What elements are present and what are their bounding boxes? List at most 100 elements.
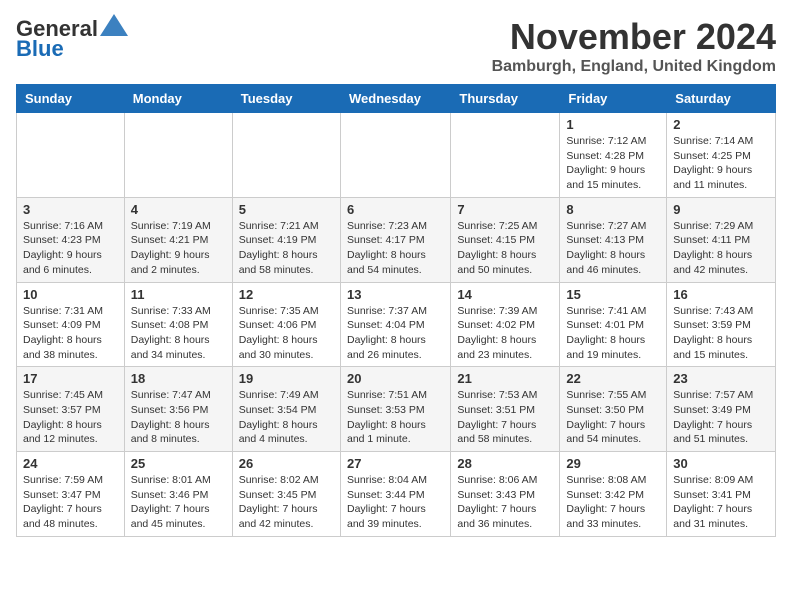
calendar-week-row: 17 Sunrise: 7:45 AMSunset: 3:57 PMDayligh… [17, 367, 776, 452]
header-saturday: Saturday [667, 85, 776, 113]
day-info: Sunrise: 7:53 AMSunset: 3:51 PMDaylight:… [457, 388, 553, 447]
day-info: Sunrise: 7:12 AMSunset: 4:28 PMDaylight:… [566, 134, 660, 193]
calendar-cell: 30Sunrise: 8:09 AMSunset: 3:41 PMDayligh… [667, 452, 776, 537]
day-info: Sunrise: 7:49 AMSunset: 3:54 PMDaylight:… [239, 388, 334, 447]
calendar-cell: 28Sunrise: 8:06 AMSunset: 3:43 PMDayligh… [451, 452, 560, 537]
day-info: Sunrise: 7:27 AMSunset: 4:13 PMDaylight:… [566, 219, 660, 278]
calendar-table: Sunday Monday Tuesday Wednesday Thursday… [16, 84, 776, 537]
logo-icon [100, 14, 128, 36]
day-number: 30 [673, 456, 769, 471]
calendar-cell: 4 Sunrise: 7:19 AMSunset: 4:21 PMDaylight… [124, 197, 232, 282]
day-info: Sunrise: 8:08 AMSunset: 3:42 PMDaylight:… [566, 473, 660, 532]
page-header: General Blue November 2024 Bamburgh, Eng… [16, 16, 776, 76]
calendar-cell: 20 Sunrise: 7:51 AMSunset: 3:53 PMDayligh… [340, 367, 450, 452]
day-info: Sunrise: 7:33 AMSunset: 4:08 PMDaylight:… [131, 304, 226, 363]
calendar-week-row: 10 Sunrise: 7:31 AMSunset: 4:09 PMDayligh… [17, 282, 776, 367]
header-thursday: Thursday [451, 85, 560, 113]
day-info: Sunrise: 7:41 AMSunset: 4:01 PMDaylight:… [566, 304, 660, 363]
header-sunday: Sunday [17, 85, 125, 113]
calendar-cell: 18 Sunrise: 7:47 AMSunset: 3:56 PMDayligh… [124, 367, 232, 452]
calendar-cell: 22Sunrise: 7:55 AMSunset: 3:50 PMDayligh… [560, 367, 667, 452]
header-tuesday: Tuesday [232, 85, 340, 113]
day-info: Sunrise: 7:21 AMSunset: 4:19 PMDaylight:… [239, 219, 334, 278]
day-info: Sunrise: 7:16 AMSunset: 4:23 PMDaylight:… [23, 219, 118, 278]
location: Bamburgh, England, United Kingdom [492, 58, 776, 76]
calendar-cell: 5Sunrise: 7:21 AMSunset: 4:19 PMDaylight… [232, 197, 340, 282]
day-info: Sunrise: 7:25 AMSunset: 4:15 PMDaylight:… [457, 219, 553, 278]
calendar-cell: 6Sunrise: 7:23 AMSunset: 4:17 PMDaylight… [340, 197, 450, 282]
logo: General Blue [16, 16, 128, 62]
day-info: Sunrise: 7:19 AMSunset: 4:21 PMDaylight:… [131, 219, 226, 278]
month-title: November 2024 [492, 16, 776, 58]
day-number: 10 [23, 287, 118, 302]
calendar-cell: 26 Sunrise: 8:02 AMSunset: 3:45 PMDayligh… [232, 452, 340, 537]
day-number: 14 [457, 287, 553, 302]
calendar-week-row: 3 Sunrise: 7:16 AMSunset: 4:23 PMDaylight… [17, 197, 776, 282]
day-number: 24 [23, 456, 118, 471]
day-number: 2 [673, 117, 769, 132]
day-info: Sunrise: 7:14 AMSunset: 4:25 PMDaylight:… [673, 134, 769, 193]
calendar-cell: 14 Sunrise: 7:39 AMSunset: 4:02 PMDayligh… [451, 282, 560, 367]
day-number: 13 [347, 287, 444, 302]
day-number: 25 [131, 456, 226, 471]
day-info: Sunrise: 7:23 AMSunset: 4:17 PMDaylight:… [347, 219, 444, 278]
day-number: 29 [566, 456, 660, 471]
day-number: 23 [673, 371, 769, 386]
day-number: 15 [566, 287, 660, 302]
calendar-cell [124, 113, 232, 198]
day-info: Sunrise: 7:37 AMSunset: 4:04 PMDaylight:… [347, 304, 444, 363]
day-number: 18 [131, 371, 226, 386]
header-monday: Monday [124, 85, 232, 113]
day-number: 11 [131, 287, 226, 302]
day-number: 20 [347, 371, 444, 386]
day-number: 8 [566, 202, 660, 217]
day-info: Sunrise: 7:55 AMSunset: 3:50 PMDaylight:… [566, 388, 660, 447]
calendar-cell [17, 113, 125, 198]
day-number: 9 [673, 202, 769, 217]
calendar-cell: 8 Sunrise: 7:27 AMSunset: 4:13 PMDaylight… [560, 197, 667, 282]
title-area: November 2024 Bamburgh, England, United … [492, 16, 776, 76]
day-number: 26 [239, 456, 334, 471]
calendar-cell: 13 Sunrise: 7:37 AMSunset: 4:04 PMDayligh… [340, 282, 450, 367]
calendar-cell: 7 Sunrise: 7:25 AMSunset: 4:15 PMDaylight… [451, 197, 560, 282]
day-info: Sunrise: 8:04 AMSunset: 3:44 PMDaylight:… [347, 473, 444, 532]
day-info: Sunrise: 7:29 AMSunset: 4:11 PMDaylight:… [673, 219, 769, 278]
day-number: 3 [23, 202, 118, 217]
calendar-cell: 2 Sunrise: 7:14 AMSunset: 4:25 PMDaylight… [667, 113, 776, 198]
calendar-cell: 24 Sunrise: 7:59 AMSunset: 3:47 PMDayligh… [17, 452, 125, 537]
day-number: 21 [457, 371, 553, 386]
calendar-cell: 10 Sunrise: 7:31 AMSunset: 4:09 PMDayligh… [17, 282, 125, 367]
calendar-cell: 29 Sunrise: 8:08 AMSunset: 3:42 PMDayligh… [560, 452, 667, 537]
day-info: Sunrise: 8:01 AMSunset: 3:46 PMDaylight:… [131, 473, 226, 532]
day-number: 12 [239, 287, 334, 302]
day-info: Sunrise: 7:59 AMSunset: 3:47 PMDaylight:… [23, 473, 118, 532]
calendar-cell: 19 Sunrise: 7:49 AMSunset: 3:54 PMDayligh… [232, 367, 340, 452]
day-info: Sunrise: 7:51 AMSunset: 3:53 PMDaylight:… [347, 388, 444, 447]
day-info: Sunrise: 7:47 AMSunset: 3:56 PMDaylight:… [131, 388, 226, 447]
day-number: 19 [239, 371, 334, 386]
calendar-cell: 12 Sunrise: 7:35 AMSunset: 4:06 PMDayligh… [232, 282, 340, 367]
day-info: Sunrise: 7:35 AMSunset: 4:06 PMDaylight:… [239, 304, 334, 363]
calendar-cell: 17 Sunrise: 7:45 AMSunset: 3:57 PMDayligh… [17, 367, 125, 452]
calendar-cell [451, 113, 560, 198]
day-info: Sunrise: 8:02 AMSunset: 3:45 PMDaylight:… [239, 473, 334, 532]
day-info: Sunrise: 7:45 AMSunset: 3:57 PMDaylight:… [23, 388, 118, 447]
calendar-cell [340, 113, 450, 198]
calendar-cell: 3 Sunrise: 7:16 AMSunset: 4:23 PMDaylight… [17, 197, 125, 282]
calendar-cell: 11 Sunrise: 7:33 AMSunset: 4:08 PMDayligh… [124, 282, 232, 367]
calendar-cell: 23Sunrise: 7:57 AMSunset: 3:49 PMDayligh… [667, 367, 776, 452]
day-number: 7 [457, 202, 553, 217]
day-number: 4 [131, 202, 226, 217]
calendar-cell: 16 Sunrise: 7:43 AMSunset: 3:59 PMDayligh… [667, 282, 776, 367]
day-number: 1 [566, 117, 660, 132]
calendar-cell: 9 Sunrise: 7:29 AMSunset: 4:11 PMDaylight… [667, 197, 776, 282]
calendar-cell: 25 Sunrise: 8:01 AMSunset: 3:46 PMDayligh… [124, 452, 232, 537]
header-friday: Friday [560, 85, 667, 113]
day-number: 17 [23, 371, 118, 386]
day-info: Sunrise: 7:39 AMSunset: 4:02 PMDaylight:… [457, 304, 553, 363]
calendar-week-row: 1 Sunrise: 7:12 AMSunset: 4:28 PMDaylight… [17, 113, 776, 198]
day-info: Sunrise: 7:31 AMSunset: 4:09 PMDaylight:… [23, 304, 118, 363]
logo-blue: Blue [16, 36, 64, 62]
day-info: Sunrise: 7:43 AMSunset: 3:59 PMDaylight:… [673, 304, 769, 363]
day-number: 16 [673, 287, 769, 302]
